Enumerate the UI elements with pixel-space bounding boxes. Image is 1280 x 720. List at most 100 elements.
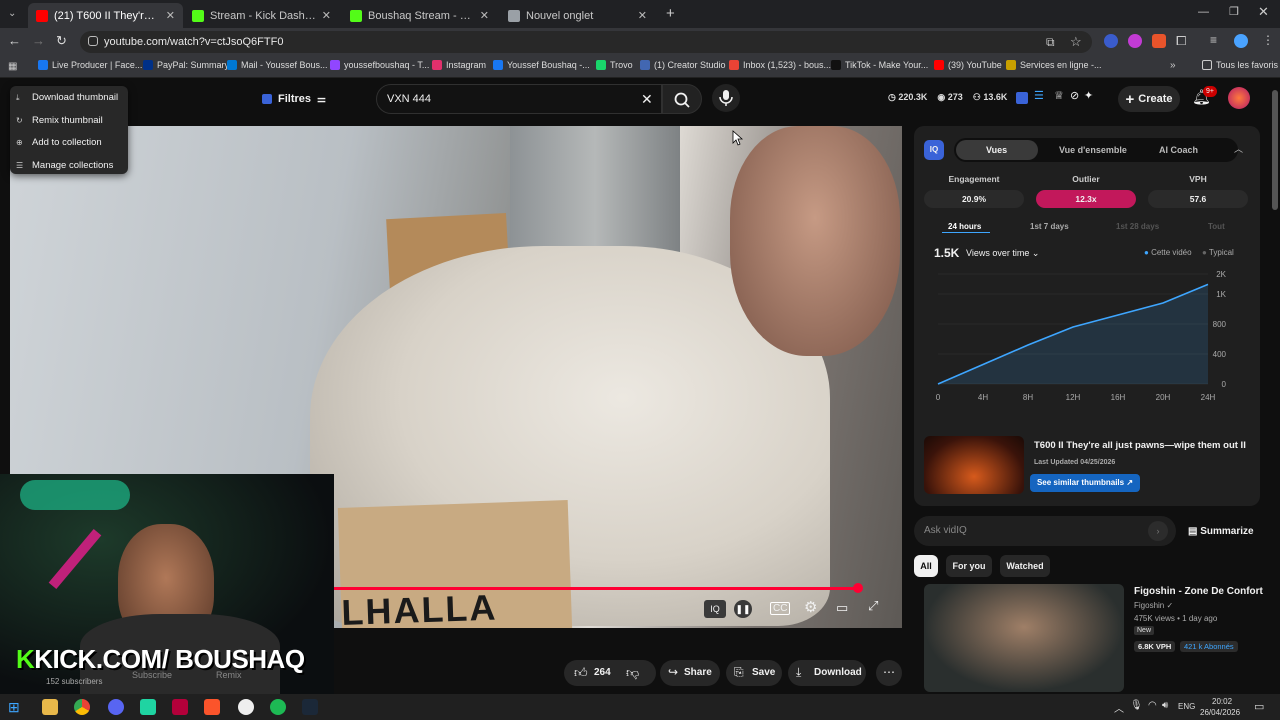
context-menu-item-2[interactable]: ⊕ Add to collection [16, 137, 102, 148]
range-tab-1[interactable]: 1st 7 days [1030, 222, 1069, 231]
filters-button[interactable]: Filtres ⚌ [254, 87, 334, 111]
extension-icon[interactable] [1128, 34, 1142, 48]
sparkle-icon[interactable]: ✦ [1084, 89, 1093, 102]
share-button[interactable]: ↪ Share [660, 660, 720, 686]
related-thumbnail[interactable] [924, 436, 1024, 494]
views-dropdown[interactable]: Views over time ⌄ [966, 248, 1039, 259]
tab-0[interactable]: (21) T600 II They're all just paw ✕ [28, 3, 183, 28]
close-tab-icon[interactable]: ✕ [322, 9, 331, 22]
settings-gear-icon[interactable]: ⚙ [804, 598, 817, 616]
tab-3[interactable]: Nouvel onglet ✕ [500, 3, 655, 28]
obs-icon[interactable] [238, 699, 254, 715]
bookmark-8[interactable]: Inbox (1,523) - bous... [729, 60, 831, 70]
vidiq-player-icon[interactable]: IQ [704, 600, 726, 618]
context-menu-item-1[interactable]: ↻ Remix thumbnail [16, 115, 103, 126]
subscribe-button[interactable]: Subscribe [132, 670, 172, 680]
bookmark-11[interactable]: Services en ligne -... [1006, 60, 1102, 70]
bookmark-0[interactable]: Live Producer | Face... [38, 60, 142, 70]
close-tab-icon[interactable]: ✕ [638, 9, 647, 22]
extension-icon-2[interactable] [1152, 34, 1166, 48]
voice-search-button[interactable] [712, 84, 740, 112]
pause-icon[interactable]: ❚❚ [734, 600, 752, 618]
progress-bar[interactable] [334, 587, 858, 590]
clock-time[interactable]: 20:02 [1212, 697, 1232, 706]
restore-button[interactable]: ❐ [1229, 5, 1239, 18]
bookmark-star-icon[interactable]: ☆ [1070, 34, 1082, 50]
forward-icon[interactable]: → [32, 33, 45, 48]
extensions-puzzle-icon[interactable]: ⧠ [1176, 33, 1186, 49]
app-icon-2[interactable] [172, 699, 188, 715]
account-avatar[interactable] [1228, 87, 1250, 109]
see-similar-thumbnails-button[interactable]: See similar thumbnails ↗ [1030, 474, 1140, 492]
tab-1[interactable]: Stream - Kick Dashboard ✕ [184, 3, 339, 28]
search-button[interactable] [662, 84, 702, 114]
back-icon[interactable]: ← [8, 33, 21, 48]
brave-icon[interactable] [204, 699, 220, 715]
theater-mode-icon[interactable]: ▭ [836, 600, 848, 616]
bookmark-7[interactable]: (1) Creator Studio [640, 60, 726, 70]
feed-chip-1[interactable]: For you [946, 555, 992, 577]
context-menu-item-0[interactable]: ⤓ Download thumbnail [16, 92, 118, 103]
captions-icon[interactable]: CC [770, 602, 791, 615]
install-icon[interactable]: ⧉ [1046, 35, 1055, 50]
range-tab-3[interactable]: Tout [1208, 222, 1225, 231]
tab-search-icon[interactable]: ⌄ [8, 8, 16, 19]
clock-date[interactable]: 26/04/2026 [1200, 708, 1240, 717]
wifi-icon[interactable]: ◠ [1148, 700, 1157, 711]
close-tab-icon[interactable]: ✕ [166, 9, 175, 22]
bookmark-10[interactable]: (39) YouTube [934, 60, 1002, 70]
context-menu-item-3[interactable]: ☰ Manage collections [16, 160, 113, 171]
tab-overview[interactable]: Vue d'ensemble [1059, 145, 1127, 155]
discord-icon[interactable] [108, 699, 124, 715]
bookmark-4[interactable]: Instagram [432, 60, 486, 70]
feed-channel[interactable]: Figoshin ✓ [1134, 601, 1173, 610]
clear-search-icon[interactable]: ✕ [641, 91, 653, 108]
create-button[interactable]: + Create [1118, 86, 1180, 112]
send-arrow-icon[interactable]: › [1148, 521, 1168, 541]
bookmark-2[interactable]: Mail - Youssef Bous... [227, 60, 328, 70]
ask-vidiq-input[interactable]: Ask vidIQ › [914, 516, 1176, 546]
range-tab-2[interactable]: 1st 28 days [1116, 222, 1159, 231]
tray-chevron-icon[interactable]: ︿ [1114, 700, 1124, 715]
menu-lines-icon[interactable]: ☰ [1034, 89, 1044, 102]
site-info-icon[interactable] [88, 36, 98, 46]
dislike-icon[interactable]: 👎︎ [626, 665, 639, 681]
feed-video-title[interactable]: Figoshin - Zone De Confort [1134, 586, 1263, 597]
page-scrollbar[interactable] [1272, 90, 1278, 210]
close-window-button[interactable]: ✕ [1258, 4, 1269, 20]
more-actions-icon[interactable]: ⋯ [876, 660, 902, 686]
download-button[interactable]: ⤓ Download [788, 660, 866, 686]
fullscreen-icon[interactable]: ⤢ [868, 598, 878, 614]
vidiq-icon[interactable] [1016, 92, 1028, 104]
reload-icon[interactable]: ↻ [56, 33, 67, 49]
bookmark-6[interactable]: Trovo [596, 60, 633, 70]
minimize-button[interactable]: — [1198, 6, 1209, 18]
progress-scrubber[interactable] [853, 583, 863, 593]
range-tab-0[interactable]: 24 hours [948, 222, 981, 231]
bookmark-3[interactable]: youssefboushaq - T... [330, 60, 429, 70]
trophy-icon[interactable]: ♕ [1054, 89, 1064, 102]
save-button[interactable]: ⎘ Save [726, 660, 782, 686]
collapse-chevron-icon[interactable]: ︿ [1234, 142, 1243, 155]
bookmark-5[interactable]: Youssef Boushaq -... [493, 60, 590, 70]
search-input[interactable]: VXN 444 ✕ [376, 84, 662, 114]
more-bookmarks-icon[interactable]: » [1170, 60, 1176, 71]
steam-icon[interactable] [302, 699, 318, 715]
related-title[interactable]: T600 II They're all just pawns—wipe them… [1034, 440, 1246, 451]
feed-chip-2[interactable]: Watched [1000, 555, 1050, 577]
feed-video-thumbnail[interactable] [924, 584, 1124, 692]
close-tab-icon[interactable]: ✕ [480, 9, 489, 22]
url-box[interactable]: youtube.com/watch?v=ctJsoQ6FTF0 ⧉ ☆ [80, 31, 1092, 53]
mic-tray-icon[interactable]: 🎙︎ [1130, 700, 1143, 711]
apps-grid-icon[interactable]: ▦ [8, 61, 17, 72]
menu-icon[interactable]: ⋮ [1262, 33, 1274, 47]
spotify-icon[interactable] [270, 699, 286, 715]
tab-2[interactable]: Boushaq Stream - Watch Live o ✕ [342, 3, 497, 28]
bookmark-9[interactable]: TikTok - Make Your... [831, 60, 928, 70]
all-bookmarks[interactable]: Tous les favoris [1202, 60, 1278, 70]
chrome-icon[interactable] [74, 699, 90, 715]
feed-chip-0[interactable]: All [914, 555, 938, 577]
like-icon[interactable]: 👍︎ [574, 665, 588, 681]
notification-center-icon[interactable]: ▭ [1254, 700, 1264, 713]
tab-ai-coach[interactable]: AI Coach [1159, 145, 1198, 155]
